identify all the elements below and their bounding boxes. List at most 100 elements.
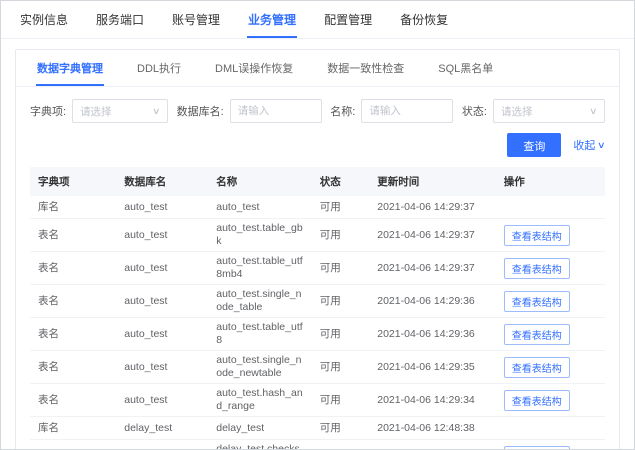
cell-dict-item: 表名	[38, 228, 59, 241]
table-body: 库名 auto_test auto_test 可用 2021-04-06 14:29:3…	[30, 196, 605, 450]
collapse-button[interactable]: 收起 ∨	[573, 137, 606, 153]
cell-actions: 查看表结构	[496, 351, 605, 383]
cell-actions: 查看表结构	[496, 440, 605, 449]
chevron-down-icon: ∨	[152, 105, 162, 116]
cell-dict-item: 库名	[38, 421, 59, 434]
view-table-structure-button[interactable]: 查看表结构	[503, 290, 570, 312]
select-placeholder: 请选择	[500, 105, 533, 118]
top-tab-service-port[interactable]: 服务端口	[95, 1, 145, 38]
cell-status: 可用	[319, 393, 341, 406]
cell-name: auto_test	[216, 200, 260, 213]
table-row: 表名delay_test delay_test.checksums 可用2021-0…	[30, 440, 605, 450]
table-row: 表名 auto_test auto_test.table_utf8mb4 可用 2021…	[30, 252, 605, 285]
content-card: 数据字典管理 DDL执行 DML误操作恢复 数据一致性检查 SQL黑名单 字典项…	[15, 49, 620, 450]
view-table-structure-button[interactable]: 查看表结构	[503, 356, 570, 378]
cell-update-time: 2021-04-06 14:29:37	[377, 261, 475, 274]
sub-nav: 数据字典管理 DDL执行 DML误操作恢复 数据一致性检查 SQL黑名单	[16, 50, 619, 87]
sub-tab-sql-blacklist[interactable]: SQL黑名单	[437, 50, 494, 86]
collapse-label: 收起	[573, 140, 596, 152]
view-table-structure-button[interactable]: 查看表结构	[503, 323, 570, 345]
cell-update-time: 2021-04-06 12:48:38	[369, 440, 496, 449]
cell-actions: 查看表结构	[496, 252, 605, 284]
cell-status: 可用	[319, 200, 341, 213]
sub-tab-data-consistency-check[interactable]: 数据一致性检查	[326, 50, 405, 86]
table-header: 字典项 数据库名 名称 状态 更新时间 操作	[30, 167, 605, 196]
cell-update-time: 2021-04-06 14:29:37	[377, 228, 475, 241]
filter-db-name: 数据库名:	[177, 99, 322, 123]
cell-update-time: 2021-04-06 14:29:37	[377, 200, 475, 213]
cell-name: auto_test.table_utf8mb4	[216, 255, 303, 280]
sub-tab-dml-recovery[interactable]: DML误操作恢复	[214, 50, 294, 86]
column-header-name: 名称	[216, 176, 238, 188]
sub-tab-ddl-execution[interactable]: DDL执行	[136, 50, 182, 86]
view-table-structure-button[interactable]: 查看表结构	[503, 257, 570, 279]
cell-status: 可用	[319, 294, 341, 307]
db-name-input[interactable]	[229, 99, 322, 123]
cell-db-name: auto_test	[124, 327, 168, 340]
name-input[interactable]	[361, 99, 454, 123]
cell-name: delay_test.checksums	[216, 443, 300, 450]
status-select[interactable]: 请选择 ∨	[492, 99, 605, 123]
cell-db-name: auto_test	[124, 393, 168, 406]
column-header-db-name: 数据库名	[124, 176, 167, 188]
cell-status: 可用	[319, 327, 341, 340]
cell-name: delay_test	[216, 421, 265, 434]
top-tab-config-mgmt[interactable]: 配置管理	[323, 1, 373, 38]
page: 实例信息 服务端口 账号管理 业务管理 配置管理 备份恢复 数据字典管理 DDL…	[0, 0, 635, 450]
sub-tab-data-dictionary[interactable]: 数据字典管理	[36, 50, 104, 86]
top-tab-account-mgmt[interactable]: 账号管理	[171, 1, 221, 38]
chevron-down-icon: ∨	[589, 105, 598, 116]
cell-db-name: auto_test	[124, 261, 168, 274]
cell-status: 可用	[319, 360, 341, 373]
cell-actions	[496, 196, 605, 218]
db-name-label: 数据库名:	[176, 106, 224, 118]
cell-dict-item: 表名	[38, 360, 59, 373]
cell-actions: 查看表结构	[496, 285, 605, 317]
view-table-structure-button[interactable]: 查看表结构	[503, 224, 570, 246]
chevron-icon: ∨	[597, 139, 606, 150]
top-tab-backup-restore[interactable]: 备份恢复	[399, 1, 449, 38]
filter-name: 名称:	[330, 99, 454, 123]
table-row: 表名 auto_test auto_test.table_gbk 可用 2021-04-…	[30, 219, 605, 252]
view-table-structure-button[interactable]: 查看表结构	[503, 445, 570, 449]
dict-item-select[interactable]: 请选择 ∨	[72, 99, 169, 123]
column-header-update-time: 更新时间	[377, 176, 420, 188]
cell-update-time: 2021-04-06 14:29:36	[377, 327, 475, 340]
column-header-actions: 操作	[503, 176, 525, 188]
cell-name: auto_test.single_node_table	[216, 288, 302, 313]
cell-update-time: 2021-04-06 12:48:38	[377, 421, 475, 434]
cell-actions	[496, 417, 605, 439]
cell-update-time: 2021-04-06 14:29:36	[377, 294, 475, 307]
cell-db-name: auto_test	[124, 360, 168, 373]
cell-dict-item: 表名	[38, 327, 59, 340]
data-table: 字典项 数据库名 名称 状态 更新时间 操作 库名 auto_test auto_t…	[30, 167, 605, 450]
view-table-structure-button[interactable]: 查看表结构	[503, 389, 570, 411]
cell-update-time: 2021-04-06 14:29:34	[377, 393, 475, 406]
cell-dict-item: 表名	[30, 440, 116, 449]
table-row: 库名 delay_test delay_test 可用 2021-04-06 12:48…	[30, 417, 605, 440]
top-tab-instance-info[interactable]: 实例信息	[19, 1, 69, 38]
cell-actions: 查看表结构	[496, 318, 605, 350]
cell-status: 可用	[319, 261, 341, 274]
cell-dict-item: 表名	[38, 261, 59, 274]
table-row: 表名 auto_test auto_test.hash_and_range 可用 202…	[30, 384, 605, 417]
filter-bar: 字典项: 请选择 ∨ 数据库名: 名称: 状态: 请选择 ∨	[16, 87, 619, 123]
table-row: 表名 auto_test auto_test.single_node_table 可用…	[30, 285, 605, 318]
cell-db-name: delay_test	[124, 421, 173, 434]
cell-status: 可用	[312, 440, 370, 449]
column-header-status: 状态	[319, 176, 341, 188]
dict-item-label: 字典项:	[30, 106, 67, 118]
cell-status: 可用	[319, 228, 341, 241]
filter-dict-item: 字典项: 请选择 ∨	[30, 99, 169, 123]
cell-dict-item: 库名	[38, 200, 59, 213]
cell-name: auto_test.table_utf8	[216, 321, 303, 346]
table-row: 表名 auto_test auto_test.single_node_newtabl…	[30, 351, 605, 384]
actions-row: 查询 收起 ∨	[16, 123, 619, 165]
cell-actions: 查看表结构	[496, 384, 605, 416]
table-row: 库名 auto_test auto_test 可用 2021-04-06 14:29:3…	[30, 196, 605, 219]
top-tab-business-mgmt[interactable]: 业务管理	[247, 1, 298, 38]
search-button[interactable]: 查询	[507, 133, 562, 157]
cell-dict-item: 表名	[38, 393, 59, 406]
cell-name: auto_test.hash_and_range	[216, 387, 303, 412]
cell-name: auto_test.single_node_newtable	[216, 354, 302, 379]
